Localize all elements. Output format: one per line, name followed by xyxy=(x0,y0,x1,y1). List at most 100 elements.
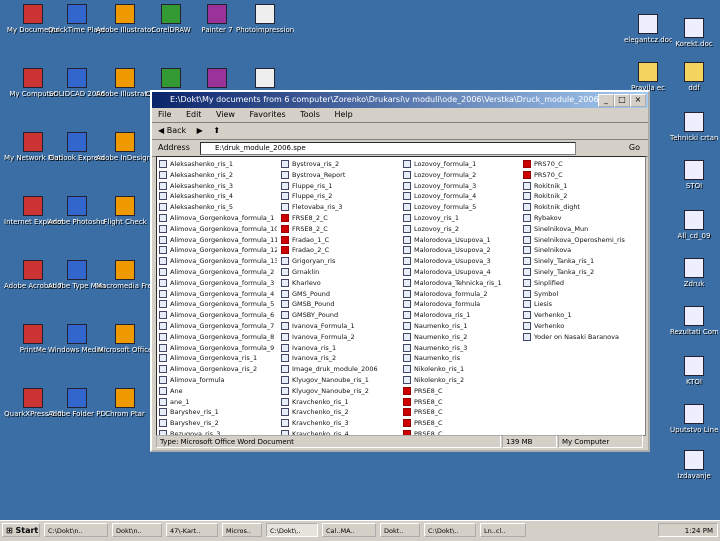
file-item[interactable]: Alimova_Gorgenkova_formula_3 xyxy=(159,278,277,289)
file-item[interactable]: Naumenko_ris_3 xyxy=(403,343,521,354)
file-item[interactable]: Lozovoy_formula_1 xyxy=(403,159,521,170)
desktop-icon-right[interactable]: Pravila ec xyxy=(624,62,672,92)
explorer-window[interactable]: E:\Dokt\My documents from 6 computer\Zor… xyxy=(150,90,650,452)
file-item[interactable]: GMSB_Pound xyxy=(281,299,399,310)
desktop-icon[interactable]: Flight Check xyxy=(96,196,154,226)
window-title-bar[interactable]: E:\Dokt\My documents from 6 computer\Zor… xyxy=(152,92,648,108)
desktop-icon-right[interactable]: Izdavanje xyxy=(670,450,718,480)
file-item[interactable]: GMSBY_Pound xyxy=(281,310,399,321)
file-item[interactable]: Naumenko_ris_2 xyxy=(403,332,521,343)
file-item[interactable]: Alimova_Gorgenkova_formula_5 xyxy=(159,299,277,310)
file-item[interactable]: Malorodova_formula_2 xyxy=(403,289,521,300)
desktop-icon-right[interactable]: Uputstvo Linenopolje xyxy=(670,404,718,434)
maximize-button[interactable]: □ xyxy=(614,94,630,107)
desktop-icon-right[interactable]: KTOI xyxy=(670,356,718,386)
file-item[interactable]: Nikolenko_ris_2 xyxy=(403,375,521,386)
file-item[interactable]: Klyugov_Nanoube_ris_1 xyxy=(281,375,399,386)
file-item[interactable]: Malorodova_Usupova_4 xyxy=(403,267,521,278)
file-item[interactable]: Bystrova_Report xyxy=(281,170,399,181)
file-item[interactable]: Alimova_Gorgenkova_formula_2 xyxy=(159,267,277,278)
file-item[interactable]: Malorodova_Usupova_3 xyxy=(403,256,521,267)
file-item[interactable]: Naumenko_ris xyxy=(403,353,521,364)
file-item[interactable]: PRSE8_C xyxy=(403,418,521,429)
taskbar-button[interactable]: Cal..MA.. xyxy=(322,523,376,537)
taskbar-button[interactable]: Ln..cl.. xyxy=(480,523,526,537)
file-item[interactable]: Alimova_Gorgenkova_formula_1 xyxy=(159,213,277,224)
desktop-icon-right[interactable]: elegantcz.doc xyxy=(624,14,672,44)
file-item[interactable]: Lozovoy_formula_4 xyxy=(403,191,521,202)
file-item[interactable]: Rybakov xyxy=(523,213,641,224)
file-item[interactable]: PRSE8_C xyxy=(403,386,521,397)
file-item[interactable]: Rokitnik_dight xyxy=(523,202,641,213)
file-item[interactable]: Verhenko_1 xyxy=(523,310,641,321)
taskbar-button[interactable]: Dokt\n.. xyxy=(112,523,162,537)
desktop-icon-right[interactable]: Zdruk xyxy=(670,258,718,288)
file-item[interactable]: Aleksashenko_ris_3 xyxy=(159,181,277,192)
file-item[interactable]: Alimova_Gorgenkova_formula_11 xyxy=(159,235,277,246)
file-item[interactable]: Alimova_Gorgenkova_formula_12 xyxy=(159,245,277,256)
file-item[interactable]: Fluppe_ris_2 xyxy=(281,191,399,202)
desktop-icon[interactable]: Microsoft Office xyxy=(96,324,154,354)
taskbar-button[interactable]: C:\Dokt\.. xyxy=(424,523,476,537)
taskbar-button[interactable]: C:\Dokt\.. xyxy=(266,523,318,537)
taskbar-button[interactable]: C:\Dokt\n.. xyxy=(44,523,108,537)
file-item[interactable]: Yoder on Nasaki Baranova xyxy=(523,332,641,343)
desktop-icon-right[interactable]: Tehnicki crtanje xyxy=(670,112,718,142)
file-item[interactable]: Lozovoy_formula_2 xyxy=(403,170,521,181)
address-input[interactable]: E:\druk_module_2006.spe xyxy=(200,142,576,155)
up-folder-icon[interactable]: ⬆ xyxy=(213,126,220,135)
file-item[interactable]: Sinelnikova_Operoshemi_ris xyxy=(523,235,641,246)
file-item[interactable]: Sinelnikova xyxy=(523,245,641,256)
file-item[interactable]: Ane xyxy=(159,386,277,397)
file-item[interactable]: Alimova_Gorgenkova_formula_9 xyxy=(159,343,277,354)
file-item[interactable]: Sinely_Tanka_ris_1 xyxy=(523,256,641,267)
file-item[interactable]: Grnaklin xyxy=(281,267,399,278)
file-item[interactable]: Alimova_Gorgenkova_formula_7 xyxy=(159,321,277,332)
file-item[interactable]: Alimova_Gorgenkova_formula_4 xyxy=(159,289,277,300)
file-item[interactable]: Kravchenko_ris_3 xyxy=(281,418,399,429)
back-arrow-icon[interactable]: ◀ xyxy=(158,126,164,135)
file-item[interactable]: Baryshev_ris_1 xyxy=(159,407,277,418)
desktop-icon-right[interactable]: All_cd_09 xyxy=(670,210,718,240)
file-item[interactable]: Fletovaba_ris_3 xyxy=(281,202,399,213)
file-item[interactable]: Kharlevo xyxy=(281,278,399,289)
desktop-icon-right[interactable]: Korekt.doc xyxy=(670,18,718,48)
file-item[interactable]: FRSE8_2_C xyxy=(281,224,399,235)
menu-tools[interactable]: Tools xyxy=(300,110,320,119)
desktop-icon[interactable]: Adobe InDesign 2.0 xyxy=(96,132,154,162)
file-item[interactable]: Fluppe_ris_1 xyxy=(281,181,399,192)
file-item[interactable]: Malorodova_ris_1 xyxy=(403,310,521,321)
file-item[interactable]: PRS70_C xyxy=(523,159,641,170)
menu-favorites[interactable]: Favorites xyxy=(250,110,286,119)
file-item[interactable]: PRS70_C xyxy=(523,170,641,181)
file-item[interactable]: Lozovoy_formula_5 xyxy=(403,202,521,213)
taskbar-button[interactable]: Micros.. xyxy=(222,523,262,537)
file-item[interactable]: Rokitnik_2 xyxy=(523,191,641,202)
file-item[interactable]: Bystrova_ris_2 xyxy=(281,159,399,170)
file-item[interactable]: Malorodova_Usupova_1 xyxy=(403,235,521,246)
taskbar-button[interactable]: Dokt.. xyxy=(380,523,420,537)
desktop-icon[interactable]: Photoimpression 3 xyxy=(236,4,294,34)
file-item[interactable]: Verhenko xyxy=(523,321,641,332)
file-item[interactable]: Aleksashenko_ris_5 xyxy=(159,202,277,213)
file-item[interactable]: Alimova_Gorgenkova_formula_6 xyxy=(159,310,277,321)
file-item[interactable]: Liesis xyxy=(523,299,641,310)
file-item[interactable]: Naumenko_ris_1 xyxy=(403,321,521,332)
file-item[interactable]: Nikolenko_ris_1 xyxy=(403,364,521,375)
menu-view[interactable]: View xyxy=(216,110,235,119)
desktop-icon[interactable]: Chrom Ptar xyxy=(96,388,154,418)
file-item[interactable]: ane_1 xyxy=(159,397,277,408)
minimize-button[interactable]: _ xyxy=(598,94,614,107)
file-item[interactable]: Klyugov_Nanoube_ris_2 xyxy=(281,386,399,397)
file-item[interactable]: Rokitnik_1 xyxy=(523,181,641,192)
file-item[interactable]: Image_druk_module_2006 xyxy=(281,364,399,375)
menu-file[interactable]: File xyxy=(158,110,171,119)
file-item[interactable]: Baryshev_ris_2 xyxy=(159,418,277,429)
file-item[interactable]: Malorodova_Tehnicka_ris_1 xyxy=(403,278,521,289)
file-item[interactable]: Alimova_Gorgenkova_ris_2 xyxy=(159,364,277,375)
menu-edit[interactable]: Edit xyxy=(186,110,202,119)
file-item[interactable]: PRSE8_C xyxy=(403,397,521,408)
file-item[interactable]: Aleksashenko_ris_4 xyxy=(159,191,277,202)
desktop-icon-right[interactable]: Rezultati Composta xyxy=(670,306,718,336)
file-item[interactable]: Lozovoy_ris_2 xyxy=(403,224,521,235)
